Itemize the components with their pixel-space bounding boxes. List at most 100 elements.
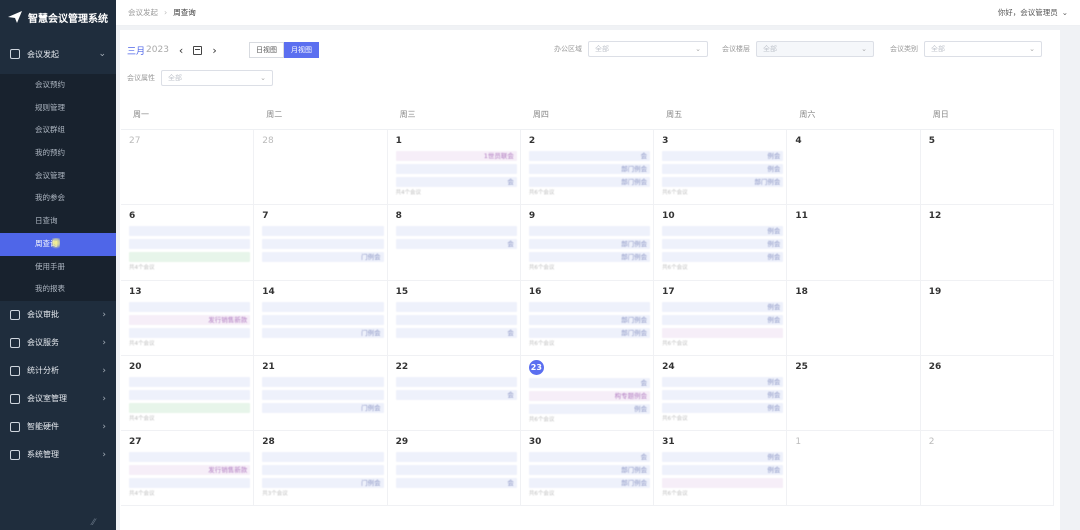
sidebar-item-groups[interactable]: 会议群组 (0, 119, 116, 142)
office-area-select[interactable]: 全部 ⌄ (588, 41, 708, 57)
meeting-event[interactable] (662, 327, 784, 338)
meeting-event[interactable] (395, 465, 517, 476)
more-meetings-link[interactable]: 共6个会议 (662, 188, 783, 196)
category-select[interactable]: 全部 ⌄ (924, 41, 1042, 57)
sidebar-item-rules[interactable]: 规则管理 (0, 97, 116, 120)
meeting-event[interactable] (129, 226, 251, 237)
menu-group-system[interactable]: 系统管理 › (0, 441, 116, 469)
calendar-day-cell[interactable]: 10 例会 例会 例会 共6个会议 (654, 205, 788, 281)
meeting-event[interactable]: 例会 (662, 239, 784, 250)
more-meetings-link[interactable]: 共6个会议 (662, 414, 783, 422)
meeting-event[interactable]: 会 (528, 377, 651, 388)
sidebar-item-manual[interactable]: 使用手册 (0, 256, 116, 279)
meeting-event[interactable]: 会 (395, 327, 517, 338)
more-meetings-link[interactable]: 共6个会议 (529, 339, 650, 347)
meeting-event[interactable]: 例会 (528, 403, 651, 414)
calendar-day-cell[interactable]: 7 门例会 (254, 205, 388, 281)
more-meetings-link[interactable]: 共4个会议 (129, 339, 250, 347)
sidebar-item-my-reservations[interactable]: 我的预约 (0, 142, 116, 165)
meeting-event[interactable]: 门例会 (262, 402, 384, 413)
calendar-day-cell[interactable]: 16 部门例会 部门例会 共6个会议 (520, 280, 655, 356)
calendar-day-cell[interactable]: 9 部门例会 部门例会 共6个会议 (520, 205, 655, 281)
meeting-event[interactable] (395, 301, 517, 312)
more-meetings-link[interactable]: 共6个会议 (529, 263, 650, 271)
calendar-day-cell[interactable]: 17 例会 例会 共6个会议 (654, 280, 788, 356)
meeting-event[interactable]: 门例会 (262, 478, 384, 489)
calendar-day-cell[interactable]: 25 (787, 355, 921, 432)
prev-month-button[interactable]: ‹ (179, 44, 183, 57)
meeting-event[interactable]: 部门例会 (528, 177, 651, 187)
meeting-event[interactable]: 部门例会 (528, 252, 651, 263)
resize-grip-icon[interactable]: ⁄⁄ (92, 518, 95, 528)
meeting-event[interactable]: 发行销售新款 (129, 314, 251, 325)
meeting-event[interactable]: 例会 (662, 402, 784, 413)
menu-group-hardware[interactable]: 智能硬件 › (0, 413, 116, 441)
calendar-day-cell[interactable]: 6 共4个会议 (121, 205, 255, 281)
meeting-event[interactable] (528, 301, 651, 312)
more-meetings-link[interactable]: 共6个会议 (662, 489, 783, 497)
meeting-event[interactable] (129, 252, 251, 263)
calendar-day-cell[interactable]: 30 会部门例会 部门例会 共6个会议 (520, 431, 655, 507)
meeting-event[interactable]: 门例会 (262, 252, 384, 263)
meeting-event[interactable] (395, 376, 517, 387)
meeting-event[interactable] (662, 478, 784, 489)
meeting-event[interactable]: 门例会 (262, 327, 384, 338)
calendar-day-cell[interactable]: 21 门例会 (254, 355, 388, 432)
meeting-event[interactable] (262, 465, 384, 476)
more-meetings-link[interactable]: 共6个会议 (529, 489, 650, 497)
meeting-event[interactable]: 发行销售新款 (129, 465, 251, 476)
day-view-button[interactable]: 日视图 (249, 42, 284, 58)
breadcrumb-parent[interactable]: 会议发起 (128, 7, 158, 18)
meeting-event[interactable]: 部门例会 (528, 314, 651, 325)
meeting-event[interactable]: 例会 (662, 314, 784, 325)
meeting-event[interactable]: 部门例会 (528, 478, 651, 489)
meeting-event[interactable] (129, 301, 251, 312)
calendar-day-cell[interactable]: 1 (787, 431, 921, 507)
calendar-day-cell[interactable]: 28 门例会 共3个会议 (254, 431, 388, 507)
meeting-event[interactable] (129, 402, 251, 413)
menu-group-room-management[interactable]: 会议室管理 › (0, 385, 116, 413)
meeting-event[interactable]: 部门例会 (528, 465, 651, 476)
meeting-event[interactable] (262, 239, 384, 250)
calendar-day-cell[interactable]: 26 (920, 355, 1054, 432)
calendar-day-cell[interactable]: 31 例会 例会 共6个会议 (654, 431, 788, 507)
calendar-day-cell[interactable]: 11 (787, 205, 921, 281)
calendar-day-cell[interactable]: 12 (920, 205, 1054, 281)
more-meetings-link[interactable]: 共6个会议 (662, 339, 783, 347)
calendar-day-cell[interactable]: 29 会 (387, 431, 521, 507)
meeting-event[interactable] (395, 314, 517, 325)
calendar-day-cell[interactable]: 23 会构专题例会 例会 共6个会议 (520, 355, 655, 432)
meeting-event[interactable] (262, 301, 384, 312)
calendar-picker-icon[interactable] (193, 45, 203, 55)
calendar-day-cell[interactable]: 2 (920, 431, 1054, 507)
meeting-event[interactable]: 例会 (662, 164, 784, 174)
meeting-event[interactable]: 部门例会 (528, 164, 651, 174)
meeting-event[interactable]: 例会 (662, 389, 784, 400)
more-meetings-link[interactable]: 共6个会议 (529, 188, 650, 196)
meeting-event[interactable] (395, 452, 517, 463)
meeting-event[interactable] (262, 314, 384, 325)
meeting-event[interactable]: 例会 (662, 465, 784, 476)
meeting-event[interactable]: 会 (528, 151, 651, 161)
more-meetings-link[interactable]: 共4个会议 (129, 263, 250, 271)
attribute-select[interactable]: 全部 ⌄ (161, 70, 273, 86)
calendar-day-cell[interactable]: 19 (920, 280, 1054, 356)
meeting-event[interactable] (129, 239, 251, 250)
menu-group-statistics[interactable]: 统计分析 › (0, 357, 116, 385)
more-meetings-link[interactable]: 共6个会议 (662, 263, 783, 271)
sidebar-item-meeting-management[interactable]: 会议管理 (0, 165, 116, 188)
meeting-event[interactable] (129, 389, 251, 400)
calendar-day-cell[interactable]: 15 会 (387, 280, 521, 356)
calendar-day-cell[interactable]: 8会 (387, 205, 521, 281)
meeting-event[interactable]: 会 (395, 389, 517, 400)
calendar-day-cell[interactable]: 13 发行销售新款 共4个会议 (121, 280, 255, 356)
app-logo[interactable]: 智慧会议管理系统 (0, 0, 116, 34)
more-meetings-link[interactable]: 共4个会议 (129, 489, 250, 497)
meeting-event[interactable]: 会 (395, 478, 517, 489)
sidebar-item-day-query[interactable]: 日查询 (0, 210, 116, 233)
meeting-event[interactable]: 部门例会 (528, 239, 651, 250)
calendar-day-cell[interactable]: 14 门例会 (254, 280, 388, 356)
meeting-event[interactable]: 部门例会 (528, 327, 651, 338)
more-meetings-link[interactable]: 共6个会议 (529, 415, 650, 423)
meeting-event[interactable]: 例会 (662, 226, 784, 237)
